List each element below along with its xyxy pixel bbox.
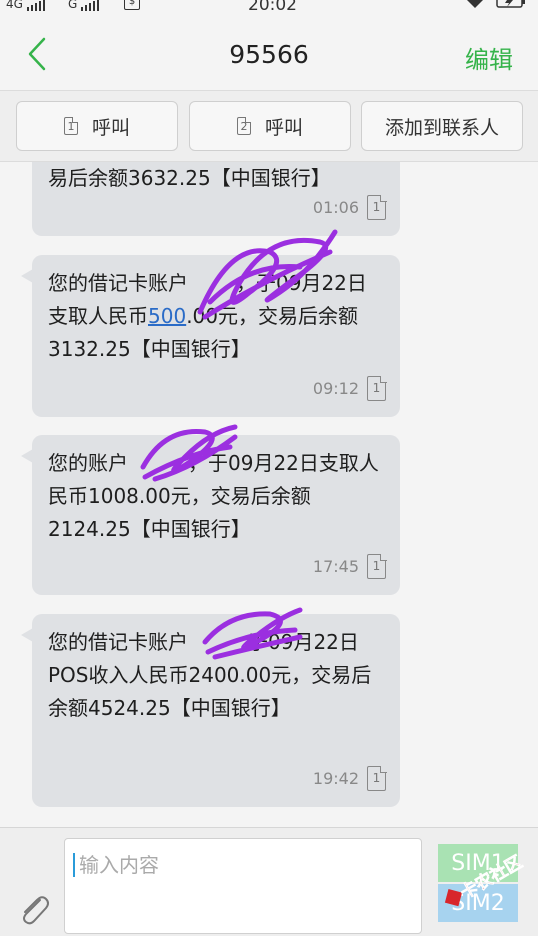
header: 95566 编辑	[0, 14, 538, 90]
svg-text:卡农社区: 卡农社区	[457, 851, 526, 903]
sim1-icon: 1	[63, 117, 78, 135]
message-text: 您的借记卡账户 于09月22日POS收入人民币2400.00元，交易后余额452…	[48, 630, 372, 720]
text-caret	[73, 853, 75, 877]
message-input[interactable]: 输入内容	[64, 838, 422, 934]
message-meta: 17:45 1	[312, 550, 387, 583]
message-time: 01:06	[312, 198, 359, 217]
signal-bars-icon	[81, 0, 100, 11]
signal-bars-icon	[26, 0, 45, 11]
message-time: 17:45	[312, 557, 359, 576]
add-to-contacts-label: 添加到联系人	[384, 116, 499, 139]
message-meta: 19:42 1	[312, 762, 387, 795]
sim-card-icon: 1	[367, 375, 387, 401]
call-sim1-label: 呼叫	[91, 116, 130, 139]
sim1-signal: 4G	[6, 0, 45, 11]
call-sim1-button[interactable]: 1 呼叫	[16, 101, 178, 151]
message-bubble[interactable]: 您的借记卡账户 于09月22日POS收入人民币2400.00元，交易后余额452…	[21, 614, 400, 807]
message-meta: 09:12 1	[312, 372, 387, 405]
message-list[interactable]: 易后余额3632.25【中国银行】 01:06 1 您的借记卡账户 ，于09月22…	[0, 162, 538, 827]
call-sim2-label: 呼叫	[264, 116, 303, 139]
kanong-watermark-logo: 卡农社区	[444, 851, 526, 907]
message-meta: 01:06 1	[312, 191, 387, 224]
sim-card-icon: 1	[367, 765, 387, 791]
call-sim2-button[interactable]: 2 呼叫	[189, 101, 351, 151]
message-bubble[interactable]: 您的账户 ，于09月22日支取人民币1008.00元，交易后余额2124.25【…	[21, 435, 400, 595]
sim2-icon: 2	[236, 117, 251, 135]
sim2-signal: G	[68, 0, 100, 11]
message-time: 09:12	[312, 379, 359, 398]
attachment-icon[interactable]	[16, 892, 52, 928]
sim-card-icon: 1	[367, 194, 387, 220]
message-text: 您的账户 ，于09月22日支取人民币1008.00元，交易后余额2124.25【…	[48, 451, 379, 541]
wifi-icon	[467, 0, 483, 8]
clock: 20:02	[248, 0, 297, 14]
message-bubble[interactable]: 您的借记卡账户 ，于09月22日支取人民币500.00元，交易后余额3132.25…	[21, 255, 400, 417]
message-text-part: 您的借记卡账户	[48, 271, 188, 295]
message-time: 19:42	[312, 769, 359, 788]
status-bar: 4G G $ 20:02	[0, 0, 538, 14]
notification-icon: $	[124, 0, 140, 10]
edit-button[interactable]: 编辑	[465, 40, 513, 75]
network-type-label: 4G	[6, 0, 23, 11]
message-input-placeholder: 输入内容	[79, 853, 159, 877]
conversation-title: 95566	[229, 40, 309, 69]
battery-icon	[496, 0, 525, 8]
network-type-label-2: G	[68, 0, 78, 11]
add-to-contacts-button[interactable]: 添加到联系人	[361, 101, 523, 151]
sim-card-icon: 1	[367, 553, 387, 579]
status-icons-right	[464, 0, 526, 8]
message-bubble[interactable]: 易后余额3632.25【中国银行】 01:06 1	[32, 162, 400, 236]
message-text: 您的借记卡账户 ，于09月22日支取人民币500.00元，交易后余额3132.25…	[48, 267, 384, 366]
amount-link[interactable]: 500	[148, 304, 186, 328]
action-bar: 1 呼叫 2 呼叫 添加到联系人	[0, 90, 538, 162]
